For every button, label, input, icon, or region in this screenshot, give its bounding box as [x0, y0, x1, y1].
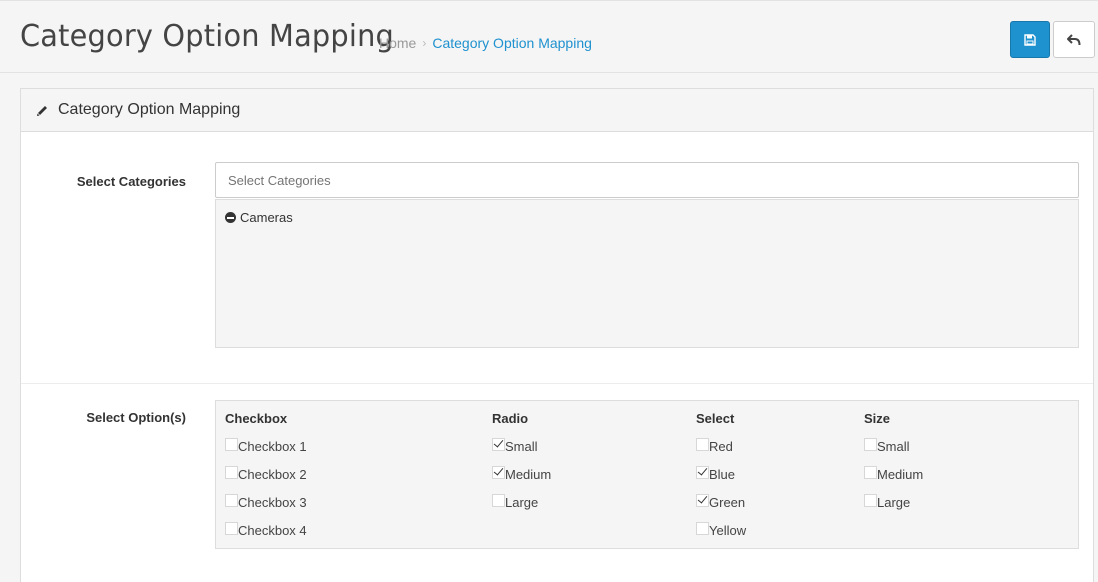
option-checkbox[interactable] [864, 466, 877, 479]
back-button[interactable] [1053, 21, 1095, 58]
floppy-disk-icon [1024, 33, 1036, 46]
option-checkbox[interactable] [864, 494, 877, 507]
option-checkbox[interactable] [696, 466, 709, 479]
option-item[interactable]: Green [696, 494, 746, 510]
breadcrumb-separator: › [422, 36, 427, 50]
option-label: Large [505, 495, 539, 510]
page-header: Category Option Mapping Home › Category … [0, 0, 1098, 73]
option-label: Checkbox 4 [238, 523, 307, 538]
save-button[interactable] [1010, 21, 1050, 58]
option-label: Medium [505, 467, 552, 482]
option-checkbox[interactable] [225, 438, 238, 451]
option-item[interactable]: Checkbox 4 [225, 522, 307, 538]
minus-circle-icon[interactable] [225, 212, 236, 223]
option-label: Yellow [709, 523, 747, 538]
option-checkbox[interactable] [696, 522, 709, 535]
option-label: Large [877, 495, 911, 510]
categories-label: Select Categories [76, 174, 186, 189]
breadcrumb: Home › Category Option Mapping [379, 35, 592, 51]
option-group-title: Size [864, 411, 891, 426]
option-checkbox[interactable] [225, 522, 238, 535]
panel-heading-title: Category Option Mapping [58, 101, 241, 118]
option-checkbox[interactable] [864, 438, 877, 451]
option-item[interactable]: Large [864, 494, 911, 510]
option-item[interactable]: Yellow [696, 522, 747, 538]
option-item[interactable]: Blue [696, 466, 736, 482]
options-box: Checkbox Checkbox 1 Checkbox 2 Checkbox … [215, 400, 1079, 549]
option-label: Blue [709, 467, 736, 482]
option-item[interactable]: Checkbox 2 [225, 466, 307, 482]
option-label: Small [877, 439, 910, 454]
option-checkbox[interactable] [492, 438, 505, 451]
pencil-icon [36, 104, 49, 117]
mapping-panel: Category Option Mapping Select Categorie… [20, 88, 1094, 582]
option-label: Checkbox 2 [238, 467, 307, 482]
reply-icon [1067, 33, 1081, 45]
option-group-title: Select [696, 411, 735, 426]
breadcrumb-current-link[interactable]: Category Option Mapping [432, 35, 592, 51]
categories-search-input[interactable] [215, 162, 1079, 198]
option-group-title: Radio [492, 411, 529, 426]
option-item[interactable]: Large [492, 494, 539, 510]
option-item[interactable]: Small [864, 438, 910, 454]
selected-category-label: Cameras [240, 210, 293, 225]
option-checkbox[interactable] [492, 466, 505, 479]
option-checkbox[interactable] [696, 438, 709, 451]
options-label: Select Option(s) [86, 410, 186, 425]
option-label: Small [505, 439, 538, 454]
option-label: Medium [877, 467, 924, 482]
option-item[interactable]: Small [492, 438, 538, 454]
selected-category-item[interactable]: Cameras [225, 210, 293, 225]
panel-heading: Category Option Mapping [21, 89, 1093, 132]
page-title: Category Option Mapping [20, 19, 394, 54]
option-label: Green [709, 495, 746, 510]
option-checkbox[interactable] [225, 466, 238, 479]
option-label: Red [709, 439, 733, 454]
option-group-title: Checkbox [225, 411, 288, 426]
option-checkbox[interactable] [492, 494, 505, 507]
option-checkbox[interactable] [696, 494, 709, 507]
option-item[interactable]: Medium [492, 466, 552, 482]
categories-row: Select Categories Cameras [21, 133, 1093, 384]
option-checkbox[interactable] [225, 494, 238, 507]
breadcrumb-home-link[interactable]: Home [379, 35, 416, 51]
option-item[interactable]: Checkbox 3 [225, 494, 307, 510]
option-label: Checkbox 3 [238, 495, 307, 510]
selected-categories-box: Cameras [215, 199, 1079, 348]
option-item[interactable]: Red [696, 438, 733, 454]
option-item[interactable]: Checkbox 1 [225, 438, 307, 454]
option-label: Checkbox 1 [238, 439, 307, 454]
option-item[interactable]: Medium [864, 466, 924, 482]
